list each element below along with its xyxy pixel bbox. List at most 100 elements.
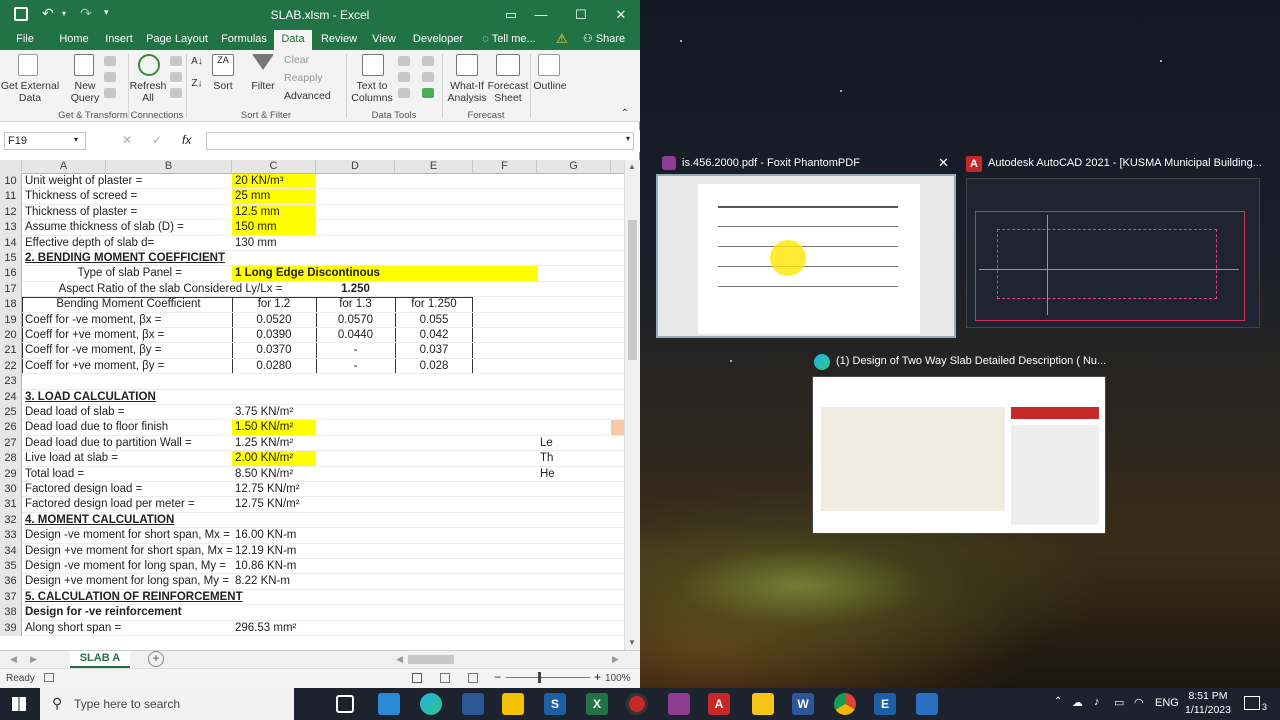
cell-c29[interactable]: 8.50 KN/m²	[232, 467, 316, 482]
tab-developer[interactable]: Developer	[410, 30, 466, 50]
relationships-icon[interactable]	[422, 72, 434, 82]
cell-d19[interactable]: 0.0570	[316, 313, 395, 328]
cell-g27[interactable]: Le	[537, 436, 611, 451]
column-header-b[interactable]: B	[106, 160, 232, 174]
start-icon[interactable]	[12, 697, 26, 711]
wifi-icon[interactable]: ◠	[1134, 696, 1144, 709]
tab-home[interactable]: Home	[56, 30, 92, 50]
what-if-analysis-button[interactable]: What-If Analysis	[444, 80, 490, 104]
app-icon[interactable]	[378, 693, 400, 715]
cell-a18[interactable]: Bending Moment Coefficient	[22, 297, 232, 312]
row-header[interactable]: 10	[0, 174, 22, 190]
new-sheet-button[interactable]: +	[148, 651, 164, 667]
row-header[interactable]: 33	[0, 528, 22, 544]
scroll-up-icon[interactable]: ▲	[628, 162, 636, 171]
row-header[interactable]: 31	[0, 497, 22, 513]
tab-file[interactable]: File	[8, 30, 42, 50]
share-button[interactable]: ⚇ Share	[580, 30, 628, 50]
cell-c25[interactable]: 3.75 KN/m²	[232, 405, 316, 420]
cell-a21[interactable]: Coeff for -ve moment, βy =	[22, 343, 232, 358]
warning-icon[interactable]: ⚠	[556, 31, 568, 47]
tab-page-layout[interactable]: Page Layout	[146, 30, 208, 50]
cell-a24[interactable]: 3. LOAD CALCULATION	[22, 390, 442, 405]
column-header-g[interactable]: G	[537, 160, 611, 174]
cell-a32[interactable]: 4. MOMENT CALCULATION	[22, 513, 442, 528]
row-header[interactable]: 21	[0, 343, 22, 359]
cell-c21[interactable]: 0.0370	[232, 343, 316, 358]
row-header[interactable]: 35	[0, 559, 22, 575]
cell-c31[interactable]: 12.75 KN/m²	[232, 497, 316, 512]
cell-e21[interactable]: 0.037	[395, 343, 473, 358]
from-table-icon[interactable]	[104, 72, 116, 82]
row-header[interactable]: 37	[0, 589, 22, 606]
cell-c34[interactable]: 12.19 KN-m	[232, 544, 316, 559]
cell-c12[interactable]: 12.5 mm	[232, 205, 316, 220]
sticky-notes-icon[interactable]	[752, 693, 774, 715]
row-header[interactable]: 12	[0, 204, 22, 221]
row-header[interactable]: 28	[0, 451, 22, 467]
row-header[interactable]: 23	[0, 374, 22, 390]
close-window-icon[interactable]: ✕	[938, 154, 949, 172]
chrome-icon[interactable]	[834, 693, 856, 715]
column-header-a[interactable]: A	[22, 160, 106, 174]
record-icon[interactable]	[626, 693, 648, 715]
cell-c22[interactable]: 0.0280	[232, 359, 316, 374]
row-header[interactable]: 39	[0, 620, 22, 636]
row-header[interactable]: 14	[0, 235, 22, 251]
notification-icon[interactable]	[1244, 696, 1260, 710]
row-header[interactable]: 16	[0, 266, 22, 282]
manage-data-model-icon[interactable]	[422, 88, 434, 98]
cell-c19[interactable]: 0.0520	[232, 313, 316, 328]
cell-c11[interactable]: 25 mm	[232, 189, 316, 204]
taskbar-search[interactable]: ⚲ Type here to search	[40, 688, 294, 720]
row-header[interactable]: 29	[0, 466, 22, 482]
tab-formulas[interactable]: Formulas	[218, 30, 270, 50]
remove-duplicates-icon[interactable]	[398, 72, 410, 82]
edit-links-icon[interactable]	[170, 88, 182, 98]
cell-a16[interactable]: Type of slab Panel =	[22, 266, 232, 281]
new-query-button[interactable]: New Query	[62, 80, 108, 104]
scroll-down-icon[interactable]: ▼	[628, 638, 636, 647]
sort-za-icon[interactable]: Z↓	[190, 78, 204, 90]
cell-c20[interactable]: 0.0390	[232, 328, 316, 343]
connections-icon[interactable]	[170, 56, 182, 66]
zoom-slider[interactable]	[506, 677, 590, 678]
edge-taskbar-icon[interactable]	[420, 693, 442, 715]
clock-time[interactable]: 8:51 PM	[1180, 690, 1236, 702]
row-header[interactable]: 22	[0, 358, 22, 375]
row-header[interactable]: 20	[0, 328, 22, 344]
recent-sources-icon[interactable]	[104, 88, 116, 98]
cell-a37[interactable]: 5. CALCULATION OF REINFORCEMENT	[22, 590, 442, 605]
network-icon[interactable]: ☁	[1072, 696, 1083, 709]
sheet-next-icon[interactable]: ▶	[30, 654, 37, 665]
cell-c10[interactable]: 20 KN/m³	[232, 174, 316, 189]
row-header[interactable]: 34	[0, 543, 22, 559]
show-hidden-icons[interactable]: ⌃	[1054, 696, 1062, 707]
hscroll-left-icon[interactable]: ◀	[396, 654, 403, 665]
volume-icon[interactable]: ♪	[1094, 696, 1100, 708]
stad-icon[interactable]: S	[544, 693, 566, 715]
cell-c35[interactable]: 10.86 KN-m	[232, 559, 316, 574]
page-break-view-icon[interactable]	[468, 673, 478, 683]
column-header-f[interactable]: F	[473, 160, 537, 174]
cell-g29[interactable]: He	[537, 467, 611, 482]
row-header[interactable]: 30	[0, 482, 22, 498]
cell-c18[interactable]: for 1.2	[232, 297, 316, 312]
enter-icon[interactable]: ✓	[152, 133, 162, 147]
cell-c14[interactable]: 130 mm	[232, 236, 316, 251]
clock-date[interactable]: 1/11/2023	[1178, 704, 1238, 716]
collapse-ribbon-icon[interactable]: ⌃	[618, 108, 632, 120]
cell-a17[interactable]: Aspect Ratio of the slab Considered Ly/L…	[22, 282, 316, 297]
battery-icon[interactable]: ▭	[1114, 696, 1124, 709]
cell-c39[interactable]: 296.53 mm²	[232, 621, 316, 636]
filter-button[interactable]: Filter	[246, 80, 280, 92]
cell-a20[interactable]: Coeff for +ve moment, βx =	[22, 328, 232, 343]
insert-function-icon[interactable]: fx	[182, 133, 191, 147]
scroll-thumb[interactable]	[628, 220, 637, 360]
row-header[interactable]: 17	[0, 281, 22, 298]
close-button[interactable]: ✕	[606, 4, 636, 26]
zoom-level[interactable]: 100%	[605, 673, 631, 684]
cell-d21[interactable]: -	[316, 343, 395, 358]
cell-c16[interactable]: 1 Long Edge Discontinous	[232, 266, 538, 281]
cell-c36[interactable]: 8.22 KN-m	[232, 574, 316, 589]
